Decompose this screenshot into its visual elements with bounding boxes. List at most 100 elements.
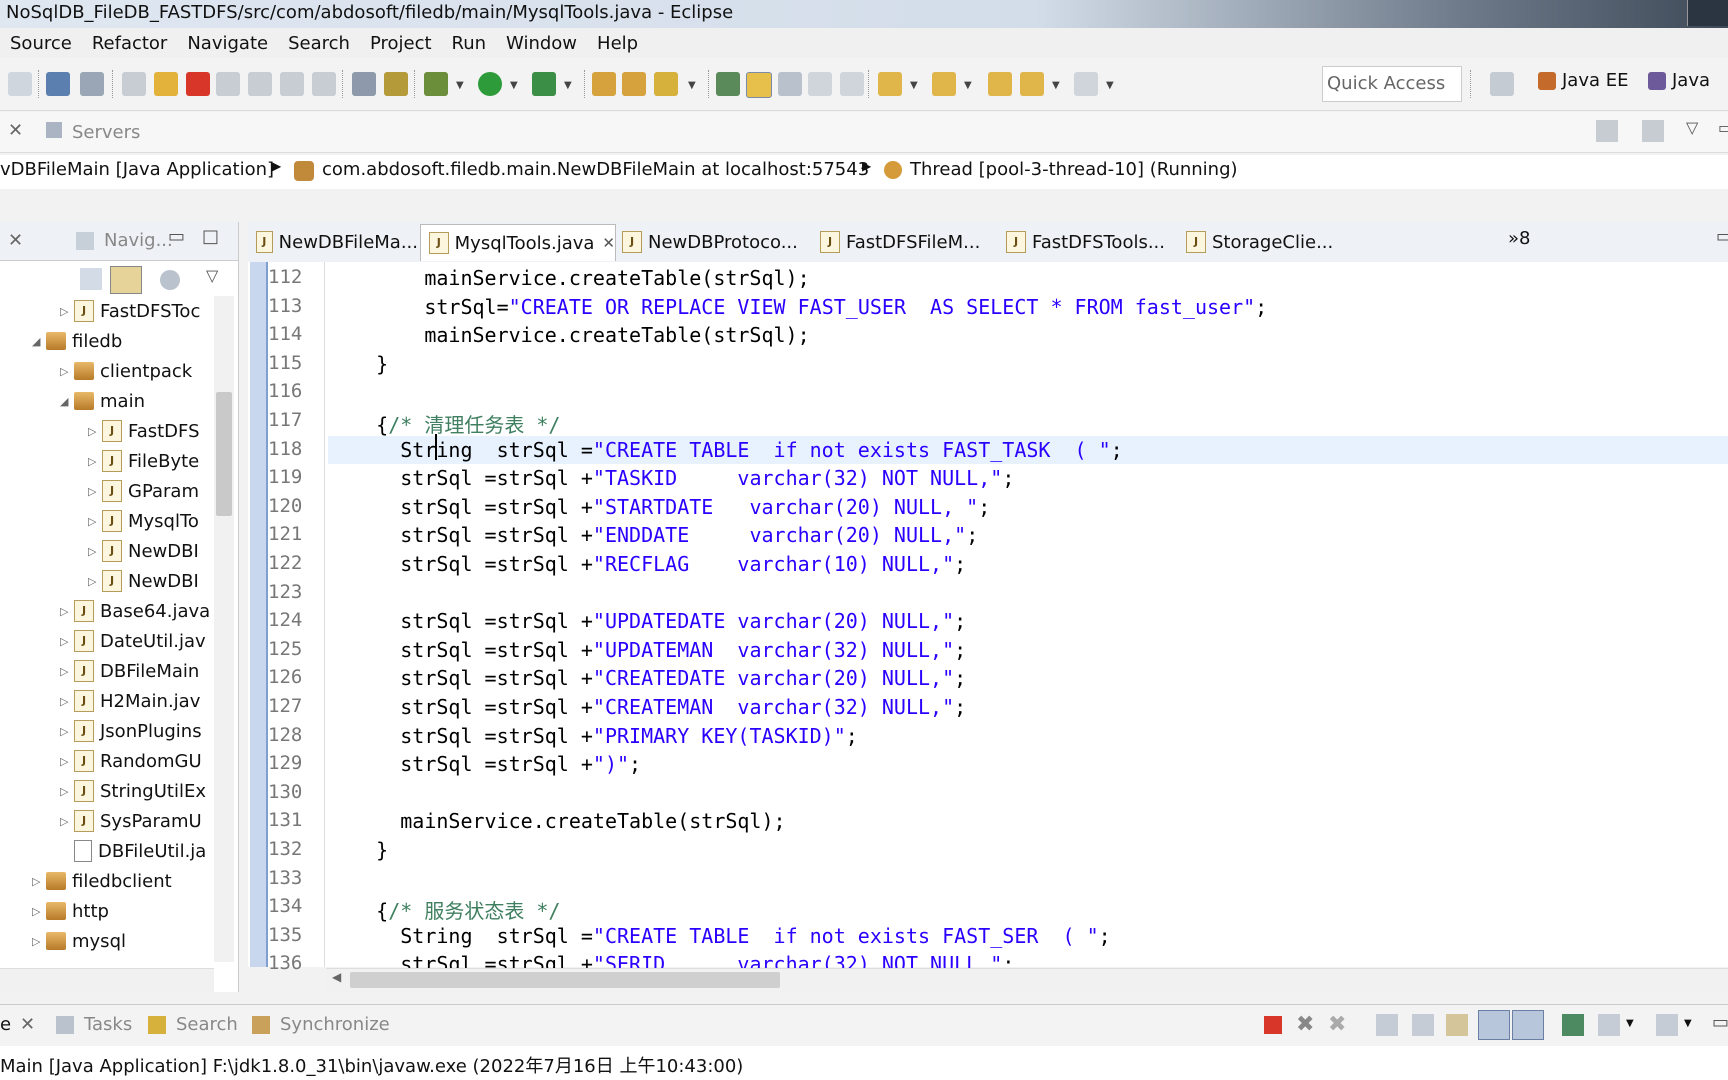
disconnect-icon[interactable]: [216, 72, 240, 96]
terminate-icon[interactable]: [1264, 1016, 1282, 1034]
tree-item[interactable]: ▷ J Base64.java: [60, 596, 210, 626]
editor-tab[interactable]: J FastDFSTools...: [998, 224, 1176, 260]
terminate-icon[interactable]: [186, 72, 210, 96]
show-console-stdout-icon[interactable]: [1478, 1010, 1510, 1040]
save-all-icon[interactable]: [8, 72, 32, 96]
chevron-down-icon[interactable]: ▼: [510, 80, 518, 91]
chevron-down-icon[interactable]: ▼: [1626, 1018, 1634, 1029]
tree-item[interactable]: ▷ J NewDBI: [88, 536, 199, 566]
collapsed-arrow-icon[interactable]: ▷: [32, 935, 46, 948]
chevron-down-icon[interactable]: ▼: [456, 80, 464, 91]
chevron-down-icon[interactable]: ▼: [1684, 1018, 1692, 1029]
toggle-mark-occurrences-icon[interactable]: [746, 72, 772, 98]
collapsed-arrow-icon[interactable]: ▷: [60, 605, 74, 618]
collapsed-arrow-icon[interactable]: ▷: [60, 785, 74, 798]
scroll-lock-icon[interactable]: [1412, 1014, 1434, 1036]
tree-item[interactable]: DBFileUtil.ja: [60, 836, 206, 866]
code-line[interactable]: strSql =strSql +"CREATEDATE varchar(20) …: [328, 666, 966, 694]
last-edit-location-icon[interactable]: [988, 72, 1012, 96]
toggle-block-selection-icon[interactable]: [778, 72, 802, 96]
debug-icon[interactable]: [424, 72, 448, 96]
code-line[interactable]: strSql="CREATE OR REPLACE VIEW FAST_USER…: [328, 295, 1267, 323]
suspend-icon[interactable]: [154, 72, 178, 96]
step-return-icon[interactable]: [312, 72, 336, 96]
code-line[interactable]: mainService.createTable(strSql);: [328, 266, 809, 294]
menu-project[interactable]: Project: [360, 33, 442, 54]
code-line[interactable]: strSql =strSql +"RECFLAG varchar(10) NUL…: [328, 552, 966, 580]
navigator-scroll-thumb[interactable]: [216, 392, 232, 516]
editor-tab[interactable]: J MysqlTools.java ✕: [420, 224, 616, 261]
open-resource-icon[interactable]: [622, 72, 646, 96]
collapsed-arrow-icon[interactable]: ▷: [88, 455, 102, 468]
debug-thread-label[interactable]: Thread [pool-3-thread-10] (Running): [910, 159, 1238, 180]
collapsed-arrow-icon[interactable]: ▷: [60, 305, 74, 318]
view-menu-icon[interactable]: ▽: [1686, 118, 1698, 137]
more-tabs-button[interactable]: »8: [1508, 228, 1530, 249]
menu-source[interactable]: Source: [0, 33, 82, 54]
quick-access-input[interactable]: Quick Access: [1322, 66, 1462, 102]
code-line[interactable]: {/* 清理任务表 */: [328, 409, 560, 437]
servers-tab-label[interactable]: Servers: [72, 122, 140, 143]
tree-item[interactable]: ▷ clientpack: [60, 356, 192, 386]
toggle-breadcrumb-icon[interactable]: [716, 72, 740, 96]
maximize-icon[interactable]: □: [202, 226, 219, 247]
tree-item[interactable]: ▷ J FileByte: [88, 446, 199, 476]
tree-item[interactable]: ▷ J H2Main.jav: [60, 686, 200, 716]
console-icon[interactable]: [46, 72, 70, 96]
debug-app-label[interactable]: vDBFileMain [Java Application]: [0, 159, 274, 180]
code-line[interactable]: strSql =strSql +"PRIMARY KEY(TASKID)";: [328, 724, 858, 752]
collapsed-arrow-icon[interactable]: ▷: [60, 755, 74, 768]
clear-console-icon[interactable]: [1376, 1014, 1398, 1036]
previous-annotation-icon[interactable]: [932, 72, 956, 96]
word-wrap-icon[interactable]: [1446, 1014, 1468, 1036]
window-close-button[interactable]: [1687, 0, 1728, 26]
expanded-arrow-icon[interactable]: ◢: [60, 395, 74, 408]
code-line[interactable]: String strSql ="CREATE TABLE if not exis…: [328, 438, 1122, 466]
pilcrow-icon[interactable]: [840, 72, 864, 96]
skip-breakpoints-icon[interactable]: [80, 72, 104, 96]
menu-refactor[interactable]: Refactor: [82, 33, 178, 54]
tree-item[interactable]: ▷ J NewDBI: [88, 566, 199, 596]
resume-icon[interactable]: [122, 72, 146, 96]
code-line[interactable]: strSql =strSql +"UPDATEMAN varchar(32) N…: [328, 638, 966, 666]
code-line[interactable]: mainService.createTable(strSql);: [328, 323, 809, 351]
code-line[interactable]: String strSql ="CREATE TABLE if not exis…: [328, 924, 1110, 952]
code-line[interactable]: strSql =strSql +"ENDDATE varchar(20) NUL…: [328, 523, 978, 551]
menu-navigate[interactable]: Navigate: [177, 33, 278, 54]
collapsed-arrow-icon[interactable]: ▷: [60, 635, 74, 648]
tree-item[interactable]: ▷ J MysqlTo: [88, 506, 199, 536]
use-step-filters-icon[interactable]: [384, 72, 408, 96]
show-whitespace-icon[interactable]: [808, 72, 832, 96]
tree-item[interactable]: ◢ main: [60, 386, 145, 416]
run-external-tools-icon[interactable]: [532, 72, 556, 96]
tab-tasks[interactable]: Tasks: [84, 1014, 132, 1035]
collapsed-arrow-icon[interactable]: ▷: [88, 575, 102, 588]
code-line[interactable]: {/* 服务状态表 */: [328, 895, 560, 923]
tree-item[interactable]: ▷ mysql: [32, 926, 126, 956]
filters-icon[interactable]: [160, 270, 180, 290]
collapsed-arrow-icon[interactable]: ▷: [60, 665, 74, 678]
close-icon[interactable]: ✕: [20, 1014, 35, 1035]
tab-search[interactable]: Search: [176, 1014, 238, 1035]
code-line[interactable]: strSql =strSql +"CREATEMAN varchar(32) N…: [328, 695, 966, 723]
tree-item[interactable]: ▷ http: [32, 896, 109, 926]
chevron-down-icon[interactable]: ▼: [964, 80, 972, 91]
editor-tab[interactable]: J FastDFSFileM...: [812, 224, 996, 260]
show-console-stderr-icon[interactable]: [1512, 1010, 1544, 1040]
back-arrow-icon[interactable]: [1020, 72, 1044, 96]
close-icon[interactable]: ✕: [8, 230, 23, 251]
chevron-down-icon[interactable]: ▼: [910, 80, 918, 91]
run-icon[interactable]: [478, 72, 502, 96]
menu-run[interactable]: Run: [442, 33, 497, 54]
editor-tab[interactable]: J NewDBProtoco...: [614, 224, 810, 260]
step-over-icon[interactable]: [280, 72, 304, 96]
tree-item[interactable]: ▷ J DateUtil.jav: [60, 626, 206, 656]
code-line[interactable]: }: [328, 352, 388, 380]
remove-all-terminated-icon[interactable]: [1596, 120, 1618, 142]
debug-settings-icon[interactable]: [1642, 120, 1664, 142]
code-line[interactable]: }: [328, 838, 388, 866]
collapsed-arrow-icon[interactable]: ▷: [88, 485, 102, 498]
collapsed-arrow-icon[interactable]: ▷: [60, 725, 74, 738]
editor-tab[interactable]: J NewDBFileMa...: [248, 224, 418, 260]
collapsed-arrow-icon[interactable]: ▷: [32, 875, 46, 888]
